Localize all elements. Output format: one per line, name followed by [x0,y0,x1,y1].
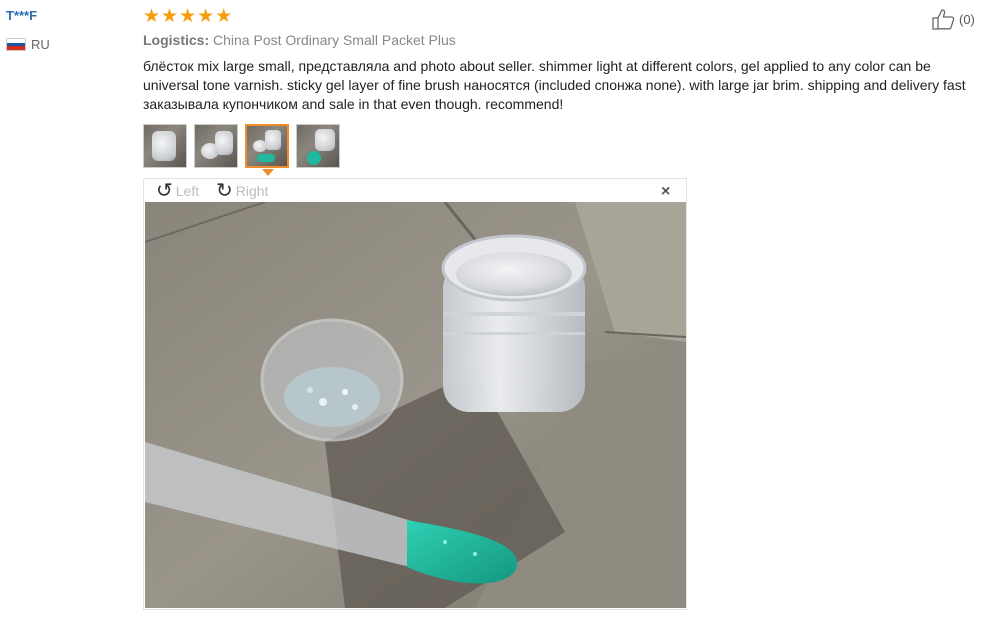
rotate-left-button[interactable]: ↺ Left [156,180,200,202]
photo-thumbnails [143,124,340,168]
photo-viewer: ↺ Left ↻ Right × [143,178,687,610]
helpful-count: (0) [959,11,975,27]
star-icon: ★ [161,6,179,27]
thumbs-up-icon [932,9,955,30]
logistics-line: Logistics: China Post Ordinary Small Pac… [143,32,456,48]
rotate-right-icon: ↻ [216,180,233,202]
star-icon: ★ [215,6,233,27]
star-rating: ★ ★ ★ ★ ★ [143,7,232,26]
reviewer-country: RU [6,37,50,52]
star-icon: ★ [179,6,197,27]
review-photo [145,202,686,608]
star-icon: ★ [143,6,161,27]
photo-thumbnail[interactable] [143,124,187,168]
photo-thumbnail[interactable] [296,124,340,168]
rotate-right-button[interactable]: ↻ Right [216,180,269,202]
rotate-left-label: Left [175,183,200,199]
review-text: блёсток mix large small, представляла an… [143,58,966,112]
photo-thumbnail-active[interactable] [245,124,289,168]
reviewer-name[interactable]: T***F [6,8,37,23]
logistics-value: China Post Ordinary Small Packet Plus [213,32,456,48]
helpful-button[interactable]: (0) [931,8,975,30]
rotate-left-icon: ↺ [156,180,173,202]
rotate-right-label: Right [235,183,269,199]
star-icon: ★ [197,6,215,27]
close-icon[interactable]: × [661,183,670,201]
logistics-label: Logistics: [143,32,210,48]
country-code: RU [31,37,50,52]
russia-flag-icon [6,38,26,51]
photo-thumbnail[interactable] [194,124,238,168]
active-thumbnail-indicator [262,169,274,176]
